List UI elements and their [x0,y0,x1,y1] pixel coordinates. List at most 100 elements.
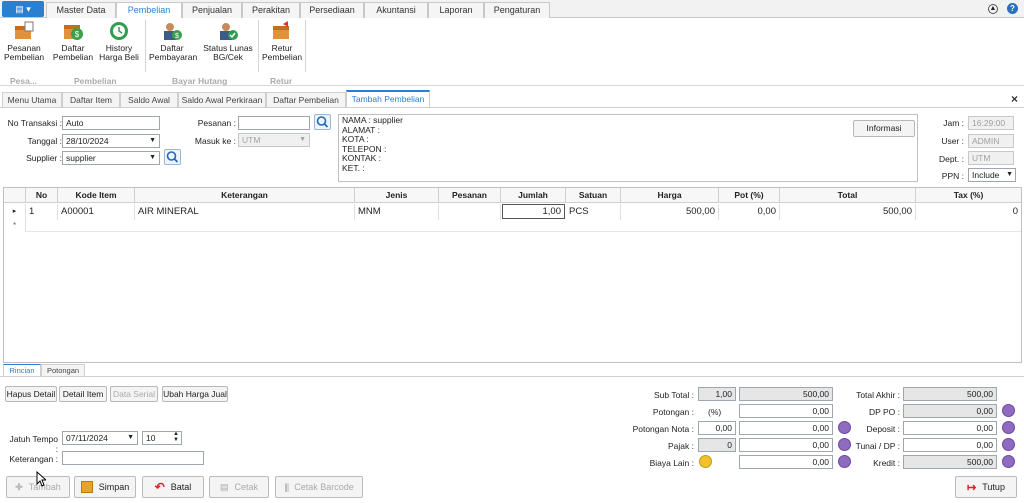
new-row-cells[interactable] [26,220,1021,232]
cell-pot[interactable]: 0,00 [719,204,780,220]
detail-item-button[interactable]: Detail Item [59,386,107,402]
potongan-nota-field[interactable]: 0,00 [739,421,833,435]
status-lunas-button[interactable]: Status Lunas BG/Cek [202,20,254,68]
ppn-label: PPN : [941,171,964,181]
doc-tab-tambah-pembelian[interactable]: Tambah Pembelian [346,90,430,108]
edit-dp-po-icon[interactable] [1002,404,1015,417]
pesanan-field[interactable] [238,116,310,130]
column-header-keterangan[interactable]: Keterangan [135,188,355,203]
doc-tab-saldo-awal[interactable]: Saldo Awal [120,92,178,108]
close-tab-icon[interactable]: × [1011,92,1018,106]
kredit-field: 500,00 [903,455,997,469]
tab-akuntansi[interactable]: Akuntansi [364,2,428,18]
cell-jenis[interactable]: MNM [355,204,439,220]
doc-tab-daftar-pembelian[interactable]: Daftar Pembelian [266,92,346,108]
tab-penjualan[interactable]: Penjualan [182,2,242,18]
batal-button[interactable]: ↶ Batal [142,476,204,498]
grid-blank [26,232,27,362]
column-header-pot[interactable]: Pot (%) [719,188,780,203]
tempo-days-spinner[interactable]: 10 ▲ ▼ [142,431,182,445]
cetak-button[interactable]: ▤ Cetak [209,476,269,498]
tab-perakitan[interactable]: Perakitan [242,2,300,18]
help-icon[interactable]: ? [1007,3,1018,14]
cell-total[interactable]: 500,00 [780,204,916,220]
save-icon [80,481,93,493]
dept-label: Dept. : [938,154,964,164]
tutup-label: Tutup [982,482,1005,492]
doc-tab-daftar-item[interactable]: Daftar Item [62,92,120,108]
edit-deposit-icon[interactable] [1002,421,1015,434]
edit-kredit-icon[interactable] [1002,455,1015,468]
tanggal-field[interactable]: 28/10/2024 ▼ [62,134,160,148]
group-label-bayar-hutang: Bayar Hutang [172,76,228,86]
tab-potongan[interactable]: Potongan [41,364,85,377]
tab-rincian[interactable]: Rincian [3,364,41,377]
minimize-ribbon-icon[interactable]: ▲ [988,4,998,14]
doc-tab-saldo-awal-perkiraan[interactable]: Saldo Awal Perkiraan [178,92,266,108]
informasi-button[interactable]: Informasi [853,120,915,137]
column-header-tax[interactable]: Tax (%) [916,188,1021,203]
supplier-field[interactable]: supplier ▼ [62,151,160,165]
info-line-ket: KET. : [342,162,365,173]
cell-kode-item[interactable]: A00001 [58,204,135,220]
cetak-barcode-button[interactable]: ||| Cetak Barcode [275,476,363,498]
column-header-satuan[interactable]: Satuan [566,188,621,203]
data-serial-button[interactable]: Data Serial [110,386,158,402]
column-header-jenis[interactable]: Jenis [355,188,439,203]
tab-persediaan[interactable]: Persediaan [300,2,364,18]
tunai-dp-field[interactable]: 0,00 [903,438,997,452]
hapus-detail-button[interactable]: Hapus Detail [5,386,57,402]
deposit-field[interactable]: 0,00 [903,421,997,435]
column-header-no[interactable]: No [26,188,58,203]
masuk-ke-field[interactable]: UTM ▼ [238,133,310,147]
doc-tab-menu-utama[interactable]: Menu Utama [2,92,62,108]
daftar-pembelian-button[interactable]: $ Daftar Pembelian [52,20,94,68]
ubah-harga-jual-button[interactable]: Ubah Harga Jual [162,386,228,402]
tutup-button[interactable]: ↦ Tutup [955,476,1017,498]
simpan-button[interactable]: Simpan [74,476,136,498]
potongan-field[interactable]: 0,00 [739,404,833,418]
column-header-kode-item[interactable]: Kode Item [58,188,135,203]
search-pesanan-button[interactable] [314,114,331,130]
tab-laporan[interactable]: Laporan [428,2,484,18]
app-menu-button[interactable]: ▤ ▾ [2,1,44,17]
tab-master-data[interactable]: Master Data [46,2,116,18]
cell-pesanan[interactable] [439,204,501,220]
order-box-icon [15,21,34,39]
keterangan-field[interactable] [62,451,204,465]
daftar-pembayaran-button[interactable]: $ Daftar Pembayaran [149,20,197,68]
total-akhir-field: 500,00 [903,387,997,401]
column-header-harga[interactable]: Harga [621,188,719,203]
cell-harga[interactable]: 500,00 [621,204,719,220]
ppn-select[interactable]: Include ▼ [968,168,1016,182]
pajak-field[interactable]: 0,00 [739,438,833,452]
tab-pembelian[interactable]: Pembelian [116,2,182,19]
cell-no[interactable]: 1 [26,204,58,220]
cell-jumlah[interactable]: 1,00 [502,204,565,219]
potongan-pct-label: (%) [708,407,722,417]
biaya-lain-info-icon[interactable] [699,455,712,468]
edit-tunai-icon[interactable] [1002,438,1015,451]
items-table[interactable]: No Kode Item Keterangan Jenis Pesanan Ju… [3,187,1022,363]
pesanan-pembelian-button[interactable]: Pesanan Pembelian [4,20,44,68]
column-header-pesanan[interactable]: Pesanan [439,188,501,203]
no-transaksi-field[interactable]: Auto [62,116,160,130]
user-field: ADMIN [968,134,1014,148]
tab-pengaturan[interactable]: Pengaturan [484,2,550,18]
jatuh-tempo-field[interactable]: 07/11/2024 ▼ [62,431,138,445]
tempo-days-value: 10 [146,433,156,443]
column-header-total[interactable]: Total [780,188,916,203]
retur-pembelian-button[interactable]: Retur Pembelian [262,20,302,68]
cell-keterangan[interactable]: AIR MINERAL [135,204,355,220]
column-header-jumlah[interactable]: Jumlah [501,188,566,203]
potongan-nota-a-field[interactable]: 0,00 [698,421,736,435]
biaya-lain-field[interactable]: 0,00 [739,455,833,469]
search-supplier-button[interactable] [164,149,181,165]
cell-satuan[interactable]: PCS [566,204,621,220]
group-label-retur: Retur [270,76,293,86]
history-harga-beli-button[interactable]: History Harga Beli [98,20,140,68]
cell-tax[interactable]: 0 [916,204,1021,220]
return-box-icon [273,21,289,39]
spinner-arrows-icon[interactable]: ▲ ▼ [173,432,179,443]
user-money-icon: $ [164,23,182,40]
